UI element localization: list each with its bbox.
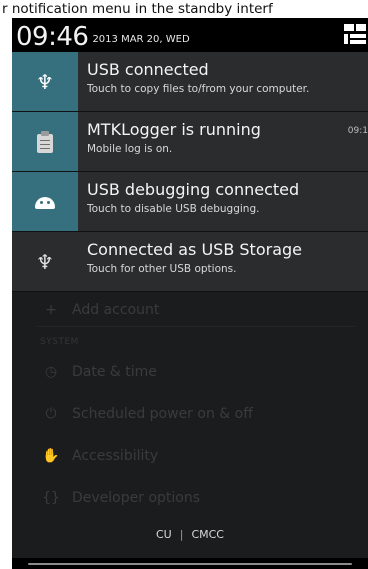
caption-text: r notification menu in the standby inter… xyxy=(0,0,368,18)
status-header: 09:46 2013 MAR 20, WED xyxy=(12,18,368,52)
notification-title: Connected as USB Storage xyxy=(87,240,302,259)
hand-icon: ✋ xyxy=(42,448,60,464)
notification-title: USB debugging connected xyxy=(87,180,300,199)
usb-icon: ♆ xyxy=(36,249,54,274)
braces-icon: {} xyxy=(42,490,60,506)
power-icon: ⏻ xyxy=(45,406,57,422)
notification-title: MTKLogger is running xyxy=(87,120,261,139)
shade-drag-handle[interactable] xyxy=(12,558,368,569)
notification-usb-connected[interactable]: ♆ USB connected Touch to copy files to/f… xyxy=(12,52,368,112)
clock: 09:46 xyxy=(16,22,89,52)
quick-settings-icon[interactable] xyxy=(342,22,368,46)
usb-icon: ♆ xyxy=(12,52,78,111)
handle-line xyxy=(28,563,352,565)
plus-icon: + xyxy=(45,302,57,318)
bg-section-header: SYSTEM xyxy=(40,337,79,347)
carrier-1: CU xyxy=(156,527,172,541)
date-label: 2013 MAR 20, WED xyxy=(92,34,190,45)
notification-subtitle: Touch to copy files to/from your compute… xyxy=(87,83,310,95)
bg-scheduled-power: ⏻ Scheduled power on & off xyxy=(12,404,368,424)
notification-usb-storage[interactable]: ♆ Connected as USB Storage Touch for oth… xyxy=(12,232,368,292)
notification-title: USB connected xyxy=(87,60,209,79)
bg-developer-options: {} Developer options xyxy=(12,488,368,508)
carrier-2: CMCC xyxy=(191,527,224,541)
carrier-label: CU | CMCC xyxy=(12,524,368,544)
clock-icon: ◷ xyxy=(44,364,58,380)
carrier-separator: | xyxy=(179,527,184,541)
clipboard-icon xyxy=(12,112,78,171)
notification-subtitle: Touch for other USB options. xyxy=(87,263,237,275)
bg-accessibility: ✋ Accessibility xyxy=(12,446,368,466)
notification-subtitle: Mobile log is on. xyxy=(87,143,173,155)
notification-mtklogger[interactable]: MTKLogger is running Mobile log is on. 0… xyxy=(12,112,368,172)
bg-add-account: + Add account xyxy=(12,300,368,320)
notification-usb-debugging[interactable]: USB debugging connected Touch to disable… xyxy=(12,172,368,232)
android-icon xyxy=(12,172,78,231)
divider xyxy=(36,326,356,327)
notification-subtitle: Touch to disable USB debugging. xyxy=(87,203,260,215)
notification-shade: 09:46 2013 MAR 20, WED ♆ USB connected T… xyxy=(12,18,368,569)
notification-time: 09:1 xyxy=(347,126,368,136)
bg-date-time: ◷ Date & time xyxy=(12,362,368,382)
